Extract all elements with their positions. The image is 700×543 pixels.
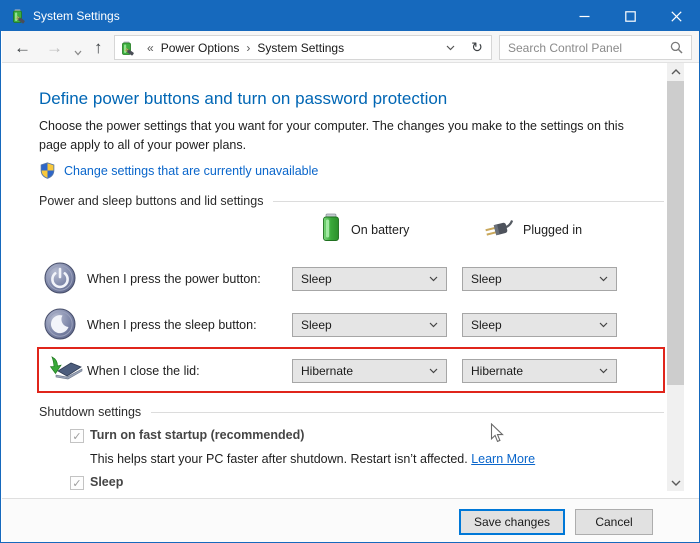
- chevron-down-icon: [429, 276, 438, 282]
- on-battery-column-label: On battery: [351, 223, 409, 237]
- refresh-button[interactable]: ↻: [463, 35, 492, 60]
- select-value: Sleep: [471, 272, 599, 286]
- fast-startup-help: This helps start your PC faster after sh…: [90, 452, 535, 466]
- cancel-button[interactable]: Cancel: [575, 509, 653, 535]
- power-button-plugged-in-select[interactable]: Sleep: [462, 267, 617, 291]
- system-settings-window: System Settings ← → ↑: [0, 0, 700, 543]
- breadcrumb-collapse-icon[interactable]: «: [147, 41, 154, 55]
- sleep-button-on-battery-select[interactable]: Sleep: [292, 313, 447, 337]
- breadcrumb-item-system-settings[interactable]: System Settings: [257, 41, 344, 55]
- power-button-row-label: When I press the power button:: [87, 272, 261, 286]
- select-value: Hibernate: [301, 364, 429, 378]
- shutdown-section-header: Shutdown settings: [39, 405, 664, 419]
- check-icon: ✓: [72, 477, 81, 490]
- minimize-button[interactable]: [561, 1, 607, 31]
- breadcrumb-item-power-options[interactable]: Power Options: [161, 41, 240, 55]
- fast-startup-checkbox[interactable]: ✓: [70, 429, 84, 443]
- fast-startup-help-text: This helps start your PC faster after sh…: [90, 452, 468, 466]
- save-changes-button[interactable]: Save changes: [459, 509, 565, 535]
- close-button[interactable]: [653, 1, 699, 31]
- page-title: Define power buttons and turn on passwor…: [39, 89, 447, 109]
- search-placeholder: Search Control Panel: [508, 41, 670, 55]
- shutdown-section-title: Shutdown settings: [39, 405, 141, 419]
- address-bar[interactable]: « Power Options › System Settings: [114, 35, 464, 60]
- chevron-down-icon: [599, 368, 608, 374]
- refresh-icon: ↻: [471, 39, 483, 56]
- back-icon[interactable]: ←: [14, 39, 31, 56]
- title-bar: System Settings: [1, 1, 699, 31]
- sleep-button-row-label: When I press the sleep button:: [87, 318, 257, 332]
- chevron-down-icon: [599, 276, 608, 282]
- address-dropdown-icon[interactable]: [446, 45, 455, 51]
- plugged-in-column-label: Plugged in: [523, 223, 582, 237]
- plug-icon: [481, 219, 517, 246]
- search-box[interactable]: Search Control Panel: [499, 35, 692, 60]
- up-icon[interactable]: ↑: [94, 39, 103, 56]
- scroll-up-button[interactable]: [667, 63, 684, 80]
- footer-bar: Save changes Cancel: [2, 498, 700, 543]
- sleep-checkbox-label: Sleep: [90, 475, 123, 489]
- vertical-scrollbar[interactable]: [667, 63, 684, 491]
- navigation-bar: ← → ↑ « Power Options › System Settings: [2, 31, 700, 63]
- power-section-title: Power and sleep buttons and lid settings: [39, 194, 263, 208]
- power-button-on-battery-select[interactable]: Sleep: [292, 267, 447, 291]
- fast-startup-label: Turn on fast startup (recommended): [90, 428, 304, 442]
- select-value: Sleep: [471, 318, 599, 332]
- check-icon: ✓: [72, 430, 81, 443]
- select-value: Sleep: [301, 318, 429, 332]
- sleep-button-icon: [44, 308, 76, 345]
- mouse-cursor: [490, 423, 505, 449]
- maximize-button[interactable]: [607, 1, 653, 31]
- scrollbar-thumb[interactable]: [667, 81, 684, 385]
- chevron-down-icon: [429, 322, 438, 328]
- section-divider: [273, 201, 664, 202]
- close-lid-row-label: When I close the lid:: [87, 364, 200, 378]
- history-chevron-icon[interactable]: [74, 42, 82, 59]
- search-icon[interactable]: [670, 41, 683, 54]
- laptop-lid-icon: [48, 356, 84, 389]
- window-title: System Settings: [33, 1, 120, 31]
- sleep-button-plugged-in-select[interactable]: Sleep: [462, 313, 617, 337]
- section-divider: [151, 412, 664, 413]
- close-lid-plugged-in-select[interactable]: Hibernate: [462, 359, 617, 383]
- scroll-down-button[interactable]: [667, 474, 684, 491]
- select-value: Sleep: [301, 272, 429, 286]
- power-section-header: Power and sleep buttons and lid settings: [39, 194, 664, 208]
- close-lid-on-battery-select[interactable]: Hibernate: [292, 359, 447, 383]
- uac-shield-icon: [39, 162, 56, 179]
- sleep-checkbox[interactable]: ✓: [70, 476, 84, 490]
- forward-icon[interactable]: →: [46, 39, 63, 56]
- breadcrumb-separator-icon[interactable]: ›: [246, 41, 250, 55]
- learn-more-link[interactable]: Learn More: [471, 452, 535, 466]
- page-description: Choose the power settings that you want …: [39, 117, 651, 156]
- chevron-down-icon: [599, 322, 608, 328]
- power-button-icon: [44, 262, 76, 299]
- breadcrumb-app-icon: [119, 40, 135, 56]
- power-options-app-icon: [10, 8, 26, 29]
- battery-icon: [321, 213, 341, 247]
- settings-content: Define power buttons and turn on passwor…: [2, 63, 700, 498]
- change-unavailable-settings-link[interactable]: Change settings that are currently unava…: [64, 164, 318, 178]
- select-value: Hibernate: [471, 364, 599, 378]
- chevron-down-icon: [429, 368, 438, 374]
